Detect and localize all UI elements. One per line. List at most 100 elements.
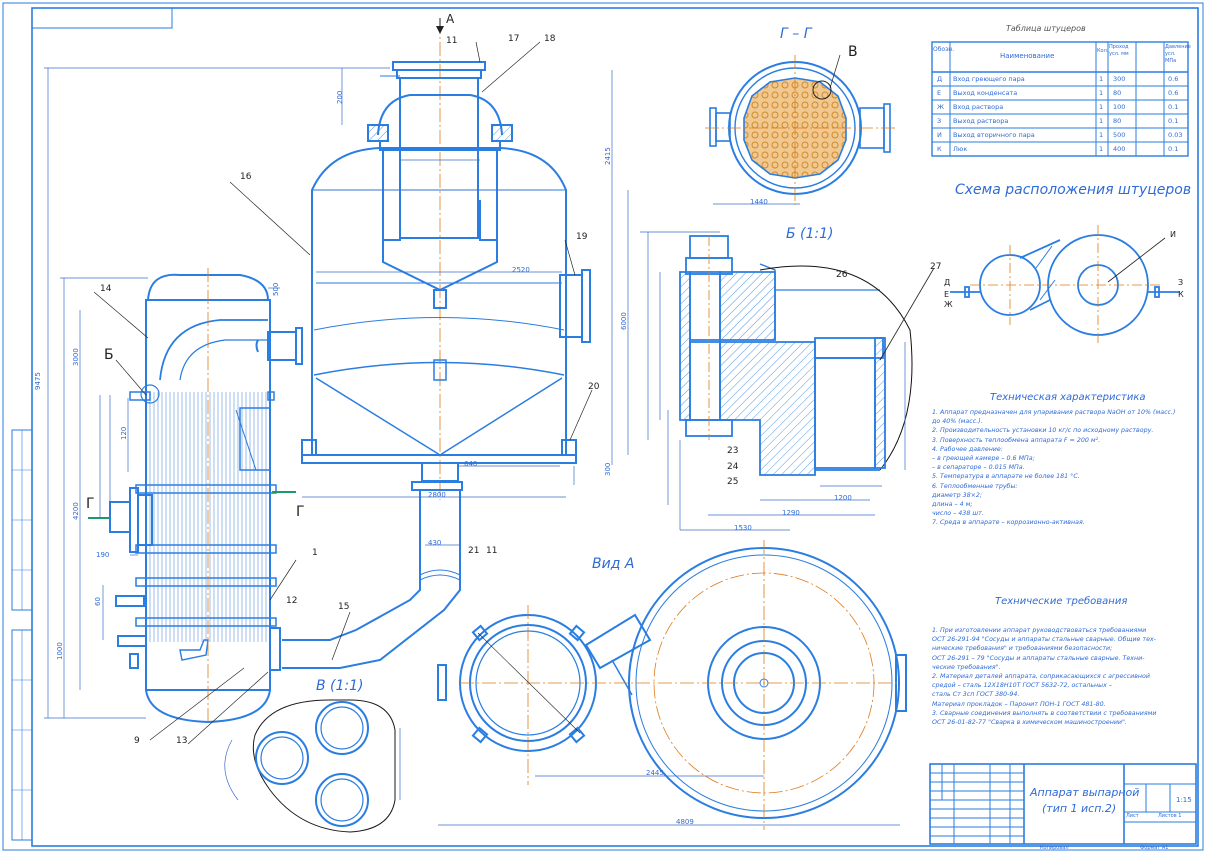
dim-6000: 6000: [620, 312, 628, 330]
nozzle-table-cell-pn: 0.1: [1168, 145, 1179, 153]
nozzle-table-cell-qty: 1: [1099, 145, 1104, 153]
scheme-mark-k: К: [1178, 290, 1184, 299]
dim-200: 200: [336, 90, 344, 104]
tech-char-title: Техническая характеристика: [990, 392, 1146, 403]
title-block-format: Формат А1: [1140, 845, 1169, 851]
tech-req-line: ОСТ 26-291 – 79 "Сосуды и аппараты сталь…: [932, 654, 1145, 662]
nozzle-table-cell-qty: 1: [1099, 89, 1104, 97]
drawing-sheet: Г – Г Б (1:1) Вид А В (1:1) А Б Г Г В 16…: [0, 0, 1206, 853]
section-gg-title: Г – Г: [780, 26, 812, 42]
dim-430: 430: [428, 539, 442, 547]
tech-req-line: Материал прокладок – Паронит ПОН-1 ГОСТ …: [932, 700, 1106, 708]
callout-19: 17: [508, 34, 520, 44]
callout-14: 14: [100, 284, 112, 294]
section-g-mark-right: Г: [296, 504, 305, 520]
nozzle-table-cell-name: Вход греющего пара: [953, 75, 1025, 83]
scheme-mark-d: Д: [944, 278, 951, 287]
title-block-sheet: Лист: [1126, 813, 1139, 819]
nozzle-table-cell-pn: 0.6: [1168, 89, 1179, 97]
callout-1: 1: [312, 548, 318, 558]
tech-char-line: до 40% (масс.).: [932, 418, 983, 426]
nozzle-table-cell-mark: И: [937, 131, 942, 139]
nozzle-table-cell-mark: К: [937, 145, 942, 153]
tech-req-line: 2. Материал деталей аппарата, соприкасаю…: [932, 673, 1150, 681]
title-block-name-1: Аппарат выпарной: [1030, 786, 1140, 799]
callout-26: 26: [836, 270, 848, 280]
dim-overall-height: 9475: [34, 372, 42, 390]
view-a: [437, 540, 907, 830]
nozzle-table-title: Таблица штуцеров: [1006, 24, 1086, 33]
nozzle-table-header-dn: Проход усл. мм: [1109, 44, 1129, 57]
tech-req-line: 1. При изготовлении аппарат руководствов…: [932, 627, 1147, 634]
callout-12: 12: [286, 596, 298, 606]
callout-18: 16: [240, 172, 252, 182]
callout-27: 27: [930, 262, 942, 272]
dim-4200: 4200: [72, 502, 80, 520]
dim-1000: 1000: [56, 642, 64, 660]
nozzle-table-cell-dn: 100: [1113, 103, 1126, 111]
nozzle-table-cell-pn: 0.1: [1168, 103, 1179, 111]
tech-req-line: средой – сталь 12Х18Н10Т ГОСТ 5632-72, о…: [932, 682, 1113, 690]
tech-req-line: сталь Ст 3сп ГОСТ 380-94.: [932, 691, 1020, 699]
dim-120: 120: [120, 426, 128, 440]
callout-17: 21: [468, 546, 480, 556]
nozzle-table-cell-mark: Е: [937, 89, 942, 97]
nozzle-table-cell-mark: Д: [937, 75, 943, 83]
tech-char-line: 5. Температура в аппарате не более 181 °…: [932, 473, 1080, 481]
scheme-mark-i: И: [1170, 230, 1176, 239]
tech-req-line: нические требования" и требованиями безо…: [932, 645, 1113, 653]
nozzle-table-cell-qty: 1: [1099, 117, 1104, 125]
dim-2800: 2800: [428, 491, 446, 499]
nozzle-table-header-pn: Давление усл. МПа: [1165, 44, 1191, 64]
nozzle-table-cell-mark: З: [937, 117, 942, 125]
nozzle-table-cell-name: Выход вторичного пара: [953, 131, 1035, 139]
dim-300: 300: [604, 462, 612, 476]
nozzle-table-cell-name: Выход конденсата: [953, 89, 1018, 97]
nozzle-table-header-mark: Обозн.: [933, 46, 955, 53]
tech-char-line: – в греющей камере – 0.6 МПа;: [932, 455, 1035, 463]
nozzle-table-header-name: Наименование: [1000, 52, 1055, 60]
tech-char-line: 7. Среда в аппарате – коррозионно-активн…: [932, 519, 1085, 527]
callout-11: 11: [446, 36, 458, 46]
dim-60: 60: [94, 597, 102, 606]
section-v-title: В (1:1): [316, 678, 364, 694]
dim-1200: 1200: [834, 494, 852, 502]
title-block-name-2: (тип 1 исп.2): [1042, 802, 1117, 815]
nozzle-table-cell-mark: Ж: [937, 103, 945, 111]
detail-b-title: Б (1:1): [786, 226, 834, 242]
callout-22: 20: [588, 382, 600, 392]
dim-2415: 2415: [604, 147, 612, 165]
dim-640: 640: [464, 460, 478, 468]
dim-1440: 1440: [750, 198, 768, 206]
tech-req-title: Технические требования: [995, 596, 1128, 607]
callout-23: 23: [727, 446, 739, 456]
tech-req-line: ческие требования".: [932, 663, 1001, 671]
callout-25: 25: [727, 477, 739, 487]
callout-20: 18: [544, 34, 556, 44]
nozzle-table-cell-name: Вход раствора: [953, 103, 1004, 111]
nozzle-table-cell-dn: 500: [1113, 131, 1126, 139]
view-arrow-label: А: [446, 12, 455, 26]
section-v-mark: В: [848, 44, 858, 60]
tech-req-line: ОСТ 26-01-82-77 "Сварка в химическом маш…: [932, 719, 1127, 727]
detail-b-mark: Б: [104, 347, 114, 363]
main-apparatus: [109, 20, 591, 725]
dim-500: 500: [272, 282, 280, 296]
callout-16: 11: [486, 546, 498, 556]
callout-15: 15: [338, 602, 350, 612]
nozzle-table-cell-name: Выход раствора: [953, 117, 1009, 125]
nozzle-table-cell-name: Люк: [953, 145, 968, 153]
main-dimensions: [44, 67, 629, 719]
nozzle-table-header-qty: Кол.: [1097, 48, 1109, 54]
callout-21: 19: [576, 232, 588, 242]
nozzle-table-cell-dn: 400: [1113, 145, 1126, 153]
tech-char-line: длина – 4 м;: [932, 501, 973, 509]
scheme-mark-zh: Ж: [944, 300, 953, 309]
nozzle-table-cell-pn: 0.1: [1168, 117, 1179, 125]
nozzle-table-cell-qty: 1: [1099, 75, 1104, 83]
callout-9: 9: [134, 736, 140, 746]
nozzle-table-cell-dn: 80: [1113, 117, 1122, 125]
nozzle-table-cell-pn: 0.03: [1168, 131, 1183, 139]
tech-char-line: – в сепараторе – 0.015 МПа.: [932, 464, 1025, 472]
tech-char-line: 1. Аппарат предназначен для упаривания р…: [932, 409, 1176, 416]
